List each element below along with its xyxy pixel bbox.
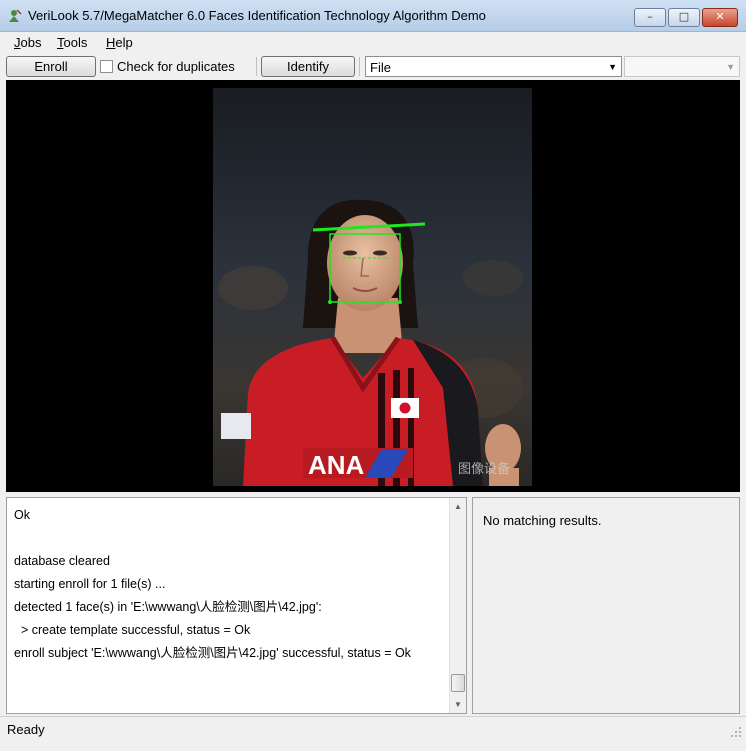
close-button[interactable]: ✕ xyxy=(702,8,738,27)
status-bar: Ready xyxy=(0,716,746,742)
maximize-button[interactable]: □ xyxy=(668,8,700,27)
check-duplicates-checkbox[interactable] xyxy=(100,60,113,73)
toolbar: Enroll Check for duplicates Identify Fil… xyxy=(0,54,746,79)
face-photo: ANA 图像设备 xyxy=(213,88,532,486)
image-viewer: ANA 图像设备 xyxy=(6,80,740,492)
minimize-button[interactable]: – xyxy=(634,8,666,27)
log-line: database cleared xyxy=(14,554,110,568)
dropdown-arrow-icon: ▼ xyxy=(726,62,735,72)
results-message: No matching results. xyxy=(483,513,602,528)
log-scrollbar[interactable]: ▲ ▼ xyxy=(449,498,466,713)
watermark-text: 图像设备 xyxy=(458,461,510,477)
enroll-button[interactable]: Enroll xyxy=(6,56,96,77)
menu-jobs[interactable]: Jobs xyxy=(14,35,41,50)
scroll-up-icon[interactable]: ▲ xyxy=(450,498,466,515)
toolbar-separator xyxy=(359,57,360,76)
log-panel[interactable]: Ok database cleared starting enroll for … xyxy=(6,497,467,714)
maximize-icon: □ xyxy=(678,10,690,23)
scroll-thumb[interactable] xyxy=(451,674,465,692)
source-select[interactable]: File ▼ xyxy=(365,56,622,77)
log-line: Ok xyxy=(14,508,30,522)
log-line: enroll subject 'E:\wwwang\人脸检测\图片\42.jpg… xyxy=(14,646,411,660)
log-line: starting enroll for 1 file(s) ... xyxy=(14,577,166,591)
scroll-down-icon[interactable]: ▼ xyxy=(450,696,466,713)
source-select-value: File xyxy=(370,60,391,75)
log-line: detected 1 face(s) in 'E:\wwwang\人脸检测\图片… xyxy=(14,600,322,614)
title-bar: VeriLook 5.7/MegaMatcher 6.0 Faces Ident… xyxy=(0,0,746,32)
minimize-icon: – xyxy=(647,10,653,23)
log-line: > create template successful, status = O… xyxy=(14,623,251,637)
check-duplicates-label[interactable]: Check for duplicates xyxy=(117,59,235,74)
resize-grip-icon[interactable] xyxy=(730,726,742,738)
identify-button[interactable]: Identify xyxy=(261,56,355,77)
toolbar-separator xyxy=(256,57,257,76)
results-panel: No matching results. xyxy=(472,497,740,714)
camera-select[interactable]: ▼ xyxy=(624,56,740,77)
status-text: Ready xyxy=(7,722,45,737)
log-output: Ok database cleared starting enroll for … xyxy=(14,504,442,661)
window-title: VeriLook 5.7/MegaMatcher 6.0 Faces Ident… xyxy=(28,8,486,23)
dropdown-arrow-icon: ▼ xyxy=(608,62,617,72)
menu-help[interactable]: Help xyxy=(106,35,133,50)
menu-bar: Jobs Tools Help xyxy=(0,32,746,53)
close-icon: ✕ xyxy=(715,10,725,23)
svg-text:ANA: ANA xyxy=(308,450,365,480)
menu-tools[interactable]: Tools xyxy=(57,35,87,50)
person-icon xyxy=(9,9,22,22)
